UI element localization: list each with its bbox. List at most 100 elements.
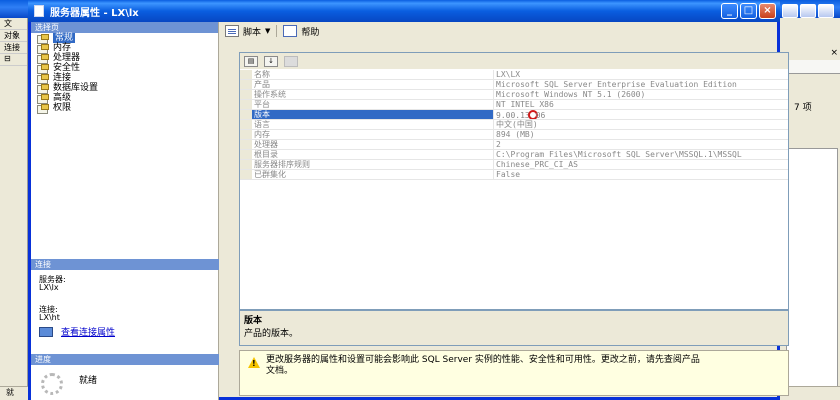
property-row-selected[interactable]: 版本 9.00.13 06 [240, 110, 788, 120]
warning-text-line: 文档。 [266, 366, 294, 376]
page-icon [37, 43, 49, 54]
background-row: 文 [0, 18, 27, 30]
property-row[interactable]: 服务器排序规则 Chinese_PRC_CI_AS [240, 160, 788, 170]
background-item-count: 7 项 [794, 103, 812, 113]
property-row[interactable]: 名称 LX\LX [240, 70, 788, 80]
page-item-label: 处理器 [53, 53, 81, 63]
page-item-database-settings[interactable]: 数据库设置 [31, 83, 218, 94]
page-list: 常规 内存 处理器 安全性 连接 数据库设置 高级 权限 [31, 33, 218, 114]
page-item-permissions[interactable]: 权限 [31, 103, 218, 114]
left-panel: 选择页 常规 内存 处理器 安全性 连接 数据库设置 高级 权限 连接 服务器:… [31, 22, 219, 400]
script-button[interactable]: 脚本 [243, 25, 261, 38]
property-row[interactable]: 内存 894 (MB) [240, 130, 788, 140]
property-name: 平台 [252, 100, 494, 109]
property-name: 操作系统 [252, 90, 494, 99]
dialog-titlebar[interactable]: 服务器属性 - LX\lx _ □ × [28, 0, 780, 22]
page-icon [37, 73, 49, 84]
server-value: LX\lx [39, 283, 59, 292]
page-item-advanced[interactable]: 高级 [31, 93, 218, 104]
select-page-header: 选择页 [31, 22, 218, 33]
view-connection-properties[interactable]: 查看连接属性 [39, 325, 115, 338]
page-item-label: 权限 [53, 103, 72, 113]
property-name: 语言 [252, 120, 494, 129]
property-value: False [496, 170, 521, 179]
property-value: 894 (MB) [496, 130, 535, 139]
property-description: 版本 产品的版本。 [239, 310, 789, 346]
description-title: 版本 [244, 316, 263, 326]
property-row[interactable]: 产品 Microsoft SQL Server Enterprise Evalua… [240, 80, 788, 90]
description-text: 产品的版本。 [244, 329, 299, 339]
alphabetical-icon[interactable]: ↓ [264, 55, 278, 67]
property-row[interactable]: 处理器 2 [240, 140, 788, 150]
property-name: 产品 [252, 80, 494, 89]
property-row[interactable]: 根目录 C:\Program Files\Microsoft SQL Server… [240, 150, 788, 160]
page-item-label: 高级 [53, 93, 72, 103]
page-item-label: 数据库设置 [53, 83, 99, 93]
property-rows: 名称 LX\LX 产品 Microsoft SQL Server Enterpris… [240, 70, 788, 180]
dialog-toolbar: 脚本 ▼ 帮助 [225, 22, 319, 40]
page-icon [37, 103, 49, 114]
help-button[interactable]: 帮助 [301, 25, 319, 38]
warning-text-line: 更改服务器的属性和设置可能会影响此 SQL Server 实例的性能、安全性和可… [266, 355, 700, 365]
server-properties-dialog: 服务器属性 - LX\lx _ □ × 选择页 常规 内存 处理器 安全性 连接… [28, 0, 789, 400]
script-dropdown-icon[interactable]: ▼ [265, 27, 270, 35]
connection-section: 连接 服务器: LX\lx 连接: LX\ht 查看连接属性 [31, 259, 219, 338]
property-value: 2 [496, 140, 501, 149]
property-value: Chinese_PRC_CI_AS [496, 160, 578, 169]
page-icon [37, 63, 49, 74]
page-item-connections[interactable]: 连接 [31, 73, 218, 84]
progress-status: 就绪 [79, 376, 98, 386]
version-value-part: 9.00.13 [496, 111, 530, 119]
page-item-security[interactable]: 安全性 [31, 63, 218, 74]
categorized-icon[interactable]: ▤ [244, 55, 258, 67]
property-name: 内存 [252, 130, 494, 139]
property-name: 处理器 [252, 140, 494, 149]
background-list-panel [786, 148, 838, 400]
warning-icon [248, 357, 260, 369]
property-row[interactable]: 平台 NT INTEL X86 [240, 100, 788, 110]
property-row[interactable]: 语言 中文(中国) [240, 120, 788, 130]
script-icon [225, 25, 239, 37]
property-row[interactable]: 已群集化 False [240, 170, 788, 180]
maximize-button[interactable]: □ [740, 3, 757, 19]
page-item-label: 内存 [53, 43, 72, 53]
page-icon [37, 83, 49, 94]
property-name: 根目录 [252, 150, 494, 159]
property-name: 已群集化 [252, 170, 494, 179]
property-grid: ▤ ↓ 名称 LX\LX 产品 Microsoft SQL Server Enter… [239, 52, 789, 310]
background-row: 对象 [0, 30, 27, 42]
page-item-general[interactable]: 常规 [31, 33, 218, 44]
help-icon [283, 25, 298, 37]
close-button[interactable]: × [759, 3, 776, 19]
property-name: 服务器排序规则 [252, 160, 494, 169]
view-connection-properties-link[interactable]: 查看连接属性 [61, 325, 115, 338]
background-window-controls [782, 4, 834, 18]
progress-header: 进度 [31, 354, 219, 365]
background-row: ⊟ [0, 54, 27, 66]
page-item-label: 连接 [53, 73, 72, 83]
background-row: 连接 [0, 42, 27, 54]
page-item-label: 安全性 [53, 63, 81, 73]
background-close-icon[interactable]: × [830, 48, 838, 58]
toolbar-separator [276, 25, 278, 37]
background-right-strip: × 7 项 [780, 4, 840, 400]
property-pages-icon[interactable] [284, 55, 298, 67]
page-item-processors[interactable]: 处理器 [31, 53, 218, 64]
property-value: Microsoft Windows NT 5.1 (2600) [496, 90, 646, 99]
property-value: LX\LX [496, 70, 521, 79]
server-label: 服务器: [39, 275, 66, 284]
minimize-button[interactable]: _ [721, 3, 738, 19]
warning-panel: 更改服务器的属性和设置可能会影响此 SQL Server 实例的性能、安全性和可… [239, 350, 789, 396]
property-row[interactable]: 操作系统 Microsoft Windows NT 5.1 (2600) [240, 90, 788, 100]
page-item-label: 常规 [53, 33, 76, 43]
background-left-strip: 文 对象 连接 ⊟ [0, 18, 28, 400]
dialog-title: 服务器属性 - LX\lx [50, 7, 139, 19]
connection-header: 连接 [31, 259, 219, 270]
page-item-memory[interactable]: 内存 [31, 43, 218, 54]
connection-value: LX\ht [39, 313, 60, 322]
property-value: NT INTEL X86 [496, 100, 554, 109]
property-value: 9.00.13 06 [494, 110, 788, 119]
dialog-app-icon [34, 5, 44, 17]
version-value-part: 06 [535, 111, 546, 119]
connection-label: 连接: [39, 305, 58, 314]
